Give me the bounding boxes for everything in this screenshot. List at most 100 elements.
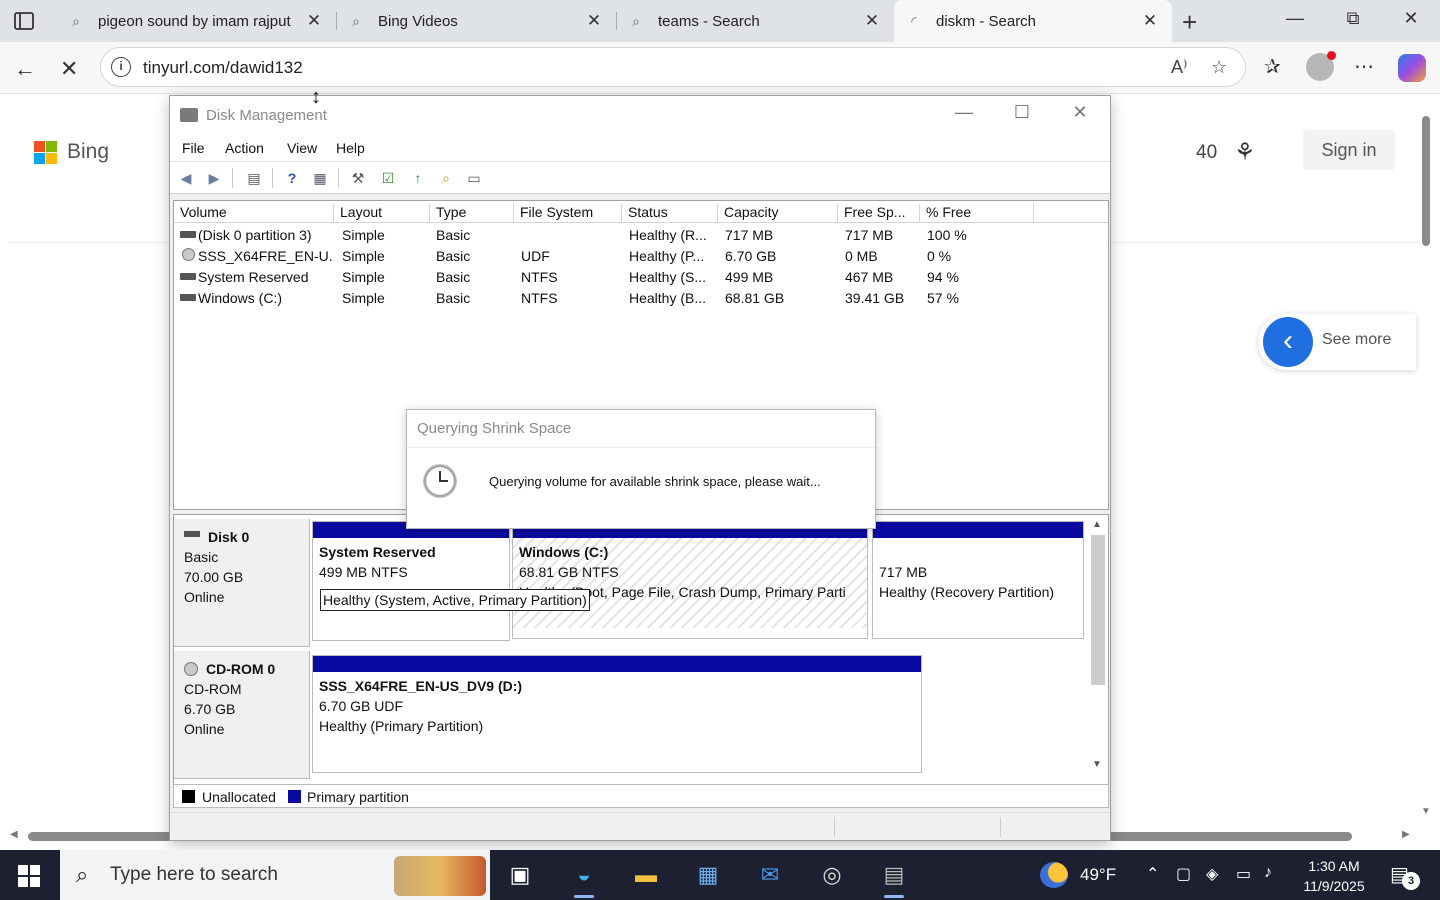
scroll-thumb[interactable] bbox=[1422, 116, 1430, 246]
table-row[interactable]: Windows (C:) Simple Basic NTFS Healthy (… bbox=[174, 288, 1108, 309]
properties-icon[interactable]: ▦ bbox=[310, 169, 330, 187]
cell-percent-free: 100 % bbox=[927, 227, 967, 243]
more-options-icon[interactable]: ⋯ bbox=[1354, 54, 1374, 79]
tab-diskm-search[interactable]: ◜ diskm - Search ✕ bbox=[894, 0, 1172, 42]
column-header-percent-free[interactable]: % Free bbox=[920, 204, 1034, 222]
address-bar[interactable]: i tinyurl.com/dawid132 A⁾ ☆ bbox=[100, 47, 1246, 87]
taskbar-search-box[interactable]: ⌕ Type here to search bbox=[60, 850, 490, 900]
menu-file[interactable]: File bbox=[182, 140, 205, 156]
cdrom-0-label[interactable]: CD-ROM 0 CD-ROM 6.70 GB Online bbox=[174, 651, 310, 779]
column-header-volume[interactable]: Volume bbox=[174, 204, 334, 222]
search-highlight-image[interactable] bbox=[394, 856, 486, 896]
toolbar-separator bbox=[338, 168, 339, 188]
stop-loading-icon[interactable]: ✕ bbox=[60, 56, 78, 82]
minimize-icon[interactable]: — bbox=[944, 102, 984, 123]
favorites-icon[interactable]: ✰ bbox=[1264, 54, 1281, 79]
back-arrow-icon[interactable]: ◀ bbox=[176, 169, 196, 187]
column-header-free-space[interactable]: Free Sp... bbox=[838, 204, 920, 222]
column-header-layout[interactable]: Layout bbox=[334, 204, 430, 222]
obs-studio-icon[interactable]: ◎ bbox=[814, 858, 850, 892]
partition-recovery[interactable]: 717 MB Healthy (Recovery Partition) bbox=[872, 521, 1084, 639]
help-icon[interactable]: ? bbox=[282, 169, 302, 187]
status-divider bbox=[834, 817, 835, 837]
meet-now-icon[interactable]: ▢ bbox=[1176, 864, 1191, 884]
edge-browser-icon[interactable]: ◒ bbox=[566, 858, 602, 898]
scroll-thumb[interactable] bbox=[1091, 535, 1105, 685]
site-info-icon[interactable]: i bbox=[111, 57, 131, 77]
copilot-icon[interactable] bbox=[1398, 54, 1426, 82]
checklist-icon[interactable]: ☑ bbox=[378, 169, 398, 187]
show-hidden-icons-icon[interactable]: ⌃ bbox=[1146, 864, 1159, 884]
tab-teams-search[interactable]: ⌕ teams - Search ✕ bbox=[616, 0, 894, 42]
security-alert-icon[interactable]: ◈ bbox=[1206, 864, 1218, 884]
url-text[interactable]: tinyurl.com/dawid132 bbox=[143, 58, 303, 78]
tab-close-icon[interactable]: ✕ bbox=[862, 11, 882, 31]
mail-icon[interactable]: ✉ bbox=[752, 858, 788, 892]
rewards-trophy-icon[interactable]: ⚘ bbox=[1234, 138, 1256, 167]
read-aloud-icon[interactable]: A⁾ bbox=[1171, 57, 1187, 78]
close-window-icon[interactable]: ✕ bbox=[1396, 8, 1426, 29]
cell-capacity: 499 MB bbox=[725, 269, 774, 285]
graphical-view-scrollbar[interactable]: ▲ ▼ bbox=[1088, 519, 1106, 771]
tab-close-icon[interactable]: ✕ bbox=[304, 11, 324, 31]
tab-pigeon-sound[interactable]: ⌕ pigeon sound by imam rajput ✕ bbox=[56, 0, 336, 42]
microsoft-store-icon[interactable]: ▦ bbox=[690, 858, 726, 892]
connect-disk-icon[interactable]: ⚒ bbox=[348, 169, 368, 187]
menu-help[interactable]: Help bbox=[336, 140, 365, 156]
table-row[interactable]: SSS_X64FRE_EN-U... Simple Basic UDF Heal… bbox=[174, 246, 1108, 267]
disk-management-app-icon bbox=[180, 108, 198, 122]
file-explorer-icon[interactable]: ▬ bbox=[628, 858, 664, 892]
task-view-icon[interactable]: ▣ bbox=[502, 858, 538, 892]
back-icon[interactable]: ← bbox=[14, 56, 36, 82]
tab-bing-videos[interactable]: ⌕ Bing Videos ✕ bbox=[336, 0, 616, 42]
partition-system-reserved[interactable]: System Reserved 499 MB NTFS bbox=[312, 521, 510, 641]
column-header-type[interactable]: Type bbox=[430, 204, 514, 222]
favorite-star-icon[interactable]: ☆ bbox=[1211, 57, 1227, 78]
weather-icon[interactable] bbox=[1040, 862, 1068, 888]
menu-view[interactable]: View bbox=[287, 140, 317, 156]
new-tab-icon[interactable]: + bbox=[1182, 7, 1197, 38]
scroll-up-icon[interactable]: ▲ bbox=[1092, 519, 1102, 530]
rewards-count[interactable]: 40 bbox=[1196, 142, 1217, 164]
taskbar-clock[interactable]: 1:30 AM 11/9/2025 bbox=[1296, 856, 1372, 896]
disk-type: CD-ROM bbox=[184, 681, 242, 697]
folder-search-icon[interactable]: ⌕ bbox=[436, 169, 456, 187]
column-header-capacity[interactable]: Capacity bbox=[718, 204, 838, 222]
minimize-icon[interactable]: — bbox=[1280, 8, 1310, 29]
page-vertical-scrollbar[interactable]: ▼ bbox=[1418, 94, 1434, 817]
scroll-right-icon[interactable]: ▶ bbox=[1402, 829, 1410, 840]
maximize-icon[interactable]: ☐ bbox=[1002, 102, 1042, 123]
restore-icon[interactable]: ⧉ bbox=[1338, 8, 1368, 29]
table-row[interactable]: (Disk 0 partition 3) Simple Basic Health… bbox=[174, 225, 1108, 246]
network-icon[interactable]: ▭ bbox=[1236, 864, 1251, 884]
forward-arrow-icon[interactable]: ▶ bbox=[204, 169, 224, 187]
view-icon[interactable]: ▭ bbox=[464, 169, 484, 187]
tab-close-icon[interactable]: ✕ bbox=[1140, 11, 1160, 31]
scroll-down-icon[interactable]: ▼ bbox=[1421, 806, 1431, 817]
profile-avatar[interactable] bbox=[1306, 51, 1336, 81]
partition-status-selected[interactable]: Healthy (System, Active, Primary Partiti… bbox=[320, 589, 590, 611]
partition-cdrom-d[interactable]: SSS_X64FRE_EN-US_DV9 (D:) 6.70 GB UDF He… bbox=[312, 655, 922, 773]
column-header-file-system[interactable]: File System bbox=[514, 204, 622, 222]
partition-windows-c[interactable]: Windows (C:) 68.81 GB NTFS Healthy (Boot… bbox=[512, 521, 868, 639]
tab-close-icon[interactable]: ✕ bbox=[584, 11, 604, 31]
column-header-status[interactable]: Status bbox=[622, 204, 718, 222]
temperature[interactable]: 49°F bbox=[1080, 865, 1116, 885]
folder-up-icon[interactable]: ↑ bbox=[408, 169, 428, 187]
scroll-left-icon[interactable]: ◀ bbox=[10, 829, 18, 840]
see-more-button[interactable]: ‹ See more bbox=[1258, 314, 1416, 370]
tab-actions-icon[interactable] bbox=[12, 9, 36, 33]
volume-icon[interactable]: ♪ bbox=[1264, 864, 1272, 882]
bing-logo[interactable]: Bing bbox=[34, 140, 109, 164]
sign-in-button[interactable]: Sign in bbox=[1303, 130, 1395, 170]
notifications-icon[interactable]: ▤ 3 bbox=[1390, 862, 1420, 890]
table-row[interactable]: System Reserved Simple Basic NTFS Health… bbox=[174, 267, 1108, 288]
disk-management-taskbar-icon[interactable]: ▤ bbox=[876, 858, 912, 898]
disk-0-label[interactable]: Disk 0 Basic 70.00 GB Online bbox=[174, 519, 310, 647]
menu-action[interactable]: Action bbox=[225, 140, 264, 156]
bing-wordmark: Bing bbox=[67, 140, 110, 163]
windows-start-icon[interactable] bbox=[18, 865, 40, 887]
close-icon[interactable]: ✕ bbox=[1060, 102, 1100, 123]
console-tree-icon[interactable]: ▤ bbox=[244, 169, 264, 187]
scroll-down-icon[interactable]: ▼ bbox=[1092, 759, 1102, 770]
